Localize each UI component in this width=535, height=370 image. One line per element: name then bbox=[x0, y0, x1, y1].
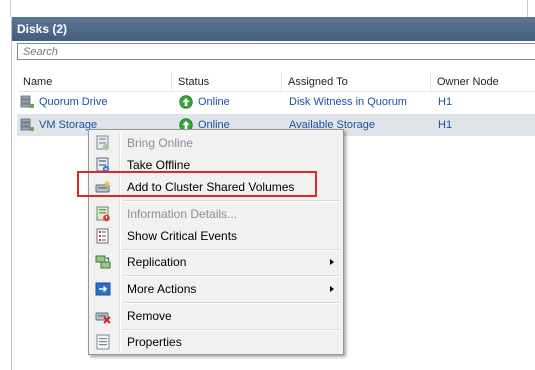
disk-owner-node: H1 bbox=[438, 119, 453, 131]
menu-item-properties[interactable]: Properties bbox=[91, 331, 341, 353]
divider bbox=[10, 0, 11, 17]
column-header-name[interactable]: Name bbox=[17, 72, 172, 92]
table-row[interactable]: Quorum Drive Online Disk Witness in Quor… bbox=[17, 91, 535, 113]
online-status-icon bbox=[179, 95, 193, 109]
menu-item-label: Replication bbox=[127, 255, 187, 269]
column-header-owner-node[interactable]: Owner Node bbox=[431, 72, 535, 92]
remove-icon bbox=[95, 312, 111, 324]
disk-owner-node: H1 bbox=[438, 96, 453, 108]
menu-separator bbox=[123, 275, 339, 277]
submenu-arrow-icon bbox=[330, 259, 334, 265]
more-actions-icon bbox=[95, 282, 111, 296]
column-header-assigned-to[interactable]: Assigned To bbox=[282, 72, 431, 92]
disk-name: Quorum Drive bbox=[39, 96, 108, 108]
menu-item-bring-online[interactable]: Bring Online bbox=[91, 132, 341, 154]
bring-online-icon bbox=[96, 135, 110, 151]
menu-separator bbox=[123, 200, 339, 202]
menu-item-information-details[interactable]: Information Details... bbox=[91, 203, 341, 225]
divider bbox=[527, 0, 528, 17]
submenu-arrow-icon bbox=[330, 286, 334, 292]
disk-status: Online bbox=[198, 96, 230, 108]
failover-cluster-disks-view: Disks (2) Name Status Assigned To Owner … bbox=[0, 0, 535, 370]
search-input[interactable] bbox=[17, 43, 535, 60]
menu-item-remove[interactable]: Remove bbox=[91, 305, 341, 327]
critical-events-icon bbox=[96, 228, 109, 244]
menu-item-label: More Actions bbox=[127, 282, 197, 296]
column-header-status[interactable]: Status bbox=[172, 72, 282, 92]
information-details-icon bbox=[96, 206, 110, 222]
highlight-annotation bbox=[77, 171, 317, 197]
menu-separator bbox=[123, 302, 339, 304]
top-strip bbox=[0, 0, 535, 17]
disk-icon bbox=[20, 95, 34, 108]
replication-icon bbox=[95, 255, 111, 269]
menu-item-show-critical-events[interactable]: Show Critical Events bbox=[91, 225, 341, 247]
properties-icon bbox=[96, 334, 110, 350]
menu-item-more-actions[interactable]: More Actions bbox=[91, 278, 341, 300]
context-menu: Bring Online Take Offline Add to Cluster… bbox=[88, 129, 344, 355]
disk-icon bbox=[20, 118, 34, 131]
menu-item-label: Information Details... bbox=[127, 207, 238, 221]
disk-assigned-to: Disk Witness in Quorum bbox=[289, 96, 407, 108]
panel-title: Disks (2) bbox=[12, 17, 535, 41]
menu-item-label: Bring Online bbox=[127, 136, 194, 150]
menu-item-replication[interactable]: Replication bbox=[91, 251, 341, 273]
menu-item-label: Show Critical Events bbox=[127, 229, 238, 243]
menu-item-label: Properties bbox=[127, 335, 182, 349]
menu-item-label: Remove bbox=[127, 309, 172, 323]
